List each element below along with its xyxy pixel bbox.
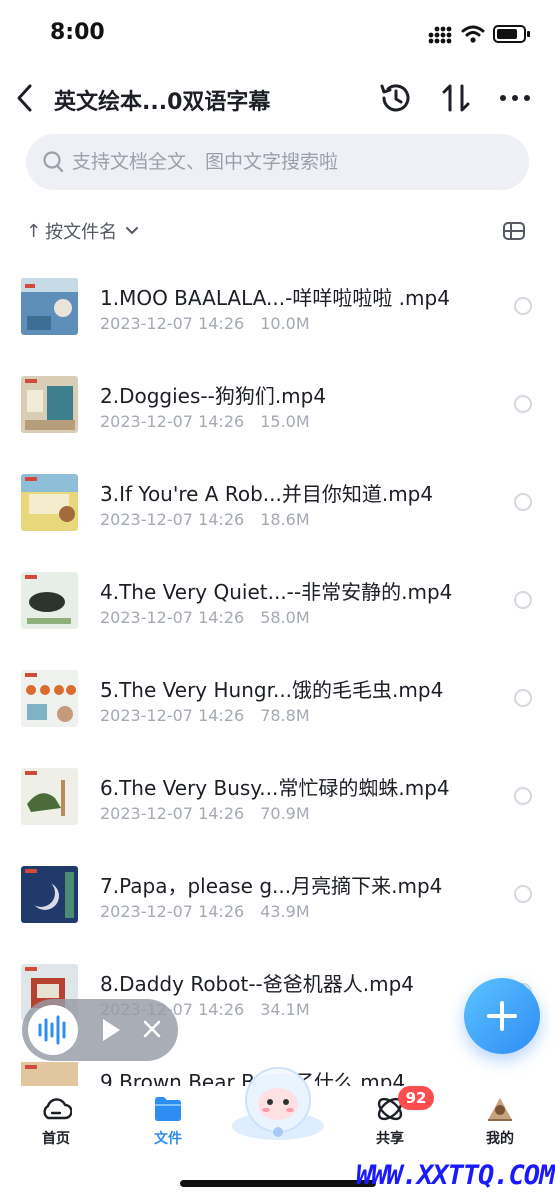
add-button[interactable] (464, 978, 540, 1054)
folder-icon (155, 1097, 181, 1121)
file-size: 43.9M (260, 902, 310, 921)
file-size: 70.9M (260, 804, 310, 823)
plus-icon (487, 1001, 517, 1031)
file-list-item[interactable]: 7.Papa，please g...月亮摘下来.mp4 2023-12-07 1… (0, 844, 555, 942)
file-meta: 2023-12-07 14:26 15.0M (100, 412, 310, 431)
file-list-item[interactable]: 2.Doggies--狗狗们.mp4 2023-12-07 14:26 15.0M (0, 354, 555, 452)
wifi-icon (461, 25, 485, 43)
page-title: 英文绘本...0双语字幕 (54, 90, 271, 115)
file-name: 6.The Very Busy...常忙碌的蜘蛛.mp4 (100, 776, 450, 800)
tab-files[interactable]: 文件 (128, 1086, 208, 1156)
video-thumbnail (21, 768, 78, 825)
file-name: 1.MOO BAALALA...-咩咩啦啦啦 .mp4 (100, 286, 450, 310)
file-date: 2023-12-07 14:26 (100, 314, 245, 333)
file-size: 15.0M (260, 412, 310, 431)
sort-direction-arrow: ↑ (26, 220, 42, 242)
file-size: 10.0M (260, 314, 310, 333)
play-icon[interactable] (100, 1017, 122, 1043)
history-icon[interactable] (378, 80, 414, 116)
tab-files-label: 文件 (154, 1131, 182, 1147)
file-meta: 2023-12-07 14:26 43.9M (100, 902, 310, 921)
video-thumbnail (21, 376, 78, 433)
file-date: 2023-12-07 14:26 (100, 510, 245, 529)
video-thumbnail (21, 572, 78, 629)
more-icon[interactable] (496, 80, 534, 116)
file-date: 2023-12-07 14:26 (100, 608, 245, 627)
file-meta: 2023-12-07 14:26 10.0M (100, 314, 310, 333)
file-name: 2.Doggies--狗狗们.mp4 (100, 384, 327, 408)
select-radio[interactable] (514, 591, 532, 609)
select-radio[interactable] (514, 689, 532, 707)
file-meta: 2023-12-07 14:26 70.9M (100, 804, 310, 823)
page: 8:00 英文绘本...0双语字幕 支持文档全文、图中文字搜索啦 ↑ 按文件名 … (0, 0, 555, 1200)
mascot-icon[interactable] (226, 1056, 330, 1146)
cloud-home-icon (43, 1098, 72, 1120)
voice-wave-button[interactable] (28, 1005, 78, 1055)
file-date: 2023-12-07 14:26 (100, 804, 245, 823)
file-size: 34.1M (260, 1000, 310, 1019)
tab-home[interactable]: 首页 (16, 1086, 96, 1156)
status-bar: 8:00 (0, 0, 555, 70)
view-toggle-icon[interactable] (502, 220, 526, 242)
select-radio[interactable] (514, 395, 532, 413)
select-radio[interactable] (514, 297, 532, 315)
file-meta: 2023-12-07 14:26 18.6M (100, 510, 310, 529)
tab-home-label: 首页 (42, 1131, 70, 1147)
file-date: 2023-12-07 14:26 (100, 412, 245, 431)
select-radio[interactable] (514, 493, 532, 511)
close-icon[interactable] (142, 1019, 162, 1039)
mini-player[interactable] (22, 999, 178, 1061)
video-thumbnail (21, 670, 78, 727)
header-bar: 英文绘本...0双语字幕 (0, 70, 555, 130)
file-size: 58.0M (260, 608, 310, 627)
cellular-signal-icon (428, 26, 452, 44)
sort-icon[interactable] (438, 80, 474, 116)
status-time: 8:00 (50, 20, 105, 45)
file-meta: 2023-12-07 14:26 58.0M (100, 608, 310, 627)
sort-label: 按文件名 (45, 222, 118, 243)
search-bar[interactable] (26, 134, 529, 190)
share-badge: 92 (398, 1086, 434, 1110)
tab-share-label: 共享 (376, 1131, 404, 1147)
sort-selector[interactable]: ↑ 按文件名 (26, 216, 139, 246)
file-list-item[interactable]: 1.MOO BAALALA...-咩咩啦啦啦 .mp4 2023-12-07 1… (0, 256, 555, 354)
file-name: 5.The Very Hungr...饿的毛毛虫.mp4 (100, 678, 444, 702)
video-thumbnail (21, 866, 78, 923)
profile-icon (488, 1098, 512, 1121)
video-thumbnail (21, 1062, 78, 1088)
search-icon (43, 151, 64, 173)
chevron-down-icon (126, 227, 139, 235)
file-date: 2023-12-07 14:26 (100, 902, 245, 921)
battery-icon (493, 25, 530, 43)
select-radio[interactable] (514, 885, 532, 903)
file-list-item[interactable]: 4.The Very Quiet...--非常安静的.mp4 2023-12-0… (0, 550, 555, 648)
tab-mine-label: 我的 (486, 1131, 514, 1147)
voice-wave-icon (38, 1015, 66, 1045)
file-list-item[interactable]: 6.The Very Busy...常忙碌的蜘蛛.mp4 2023-12-07 … (0, 746, 555, 844)
file-list-item[interactable]: 3.If You're A Rob...并目你知道.mp4 2023-12-07… (0, 452, 555, 550)
file-size: 78.8M (260, 706, 310, 725)
back-icon[interactable] (12, 80, 38, 116)
file-list-item[interactable]: 5.The Very Hungr...饿的毛毛虫.mp4 2023-12-07 … (0, 648, 555, 746)
watermark: WWW.XXTTQ.COM (356, 1160, 555, 1191)
file-name: 8.Daddy Robot--爸爸机器人.mp4 (100, 972, 415, 996)
file-name: 3.If You're A Rob...并目你知道.mp4 (100, 482, 434, 506)
file-date: 2023-12-07 14:26 (100, 706, 245, 725)
file-size: 18.6M (260, 510, 310, 529)
file-name: 4.The Very Quiet...--非常安静的.mp4 (100, 580, 453, 604)
video-thumbnail (21, 278, 78, 335)
tab-mine[interactable]: 我的 (460, 1086, 540, 1156)
home-indicator (180, 1180, 376, 1187)
file-meta: 2023-12-07 14:26 78.8M (100, 706, 310, 725)
video-thumbnail (21, 474, 78, 531)
file-name: 7.Papa，please g...月亮摘下来.mp4 (100, 874, 443, 898)
search-input[interactable] (72, 134, 512, 190)
select-radio[interactable] (514, 787, 532, 805)
